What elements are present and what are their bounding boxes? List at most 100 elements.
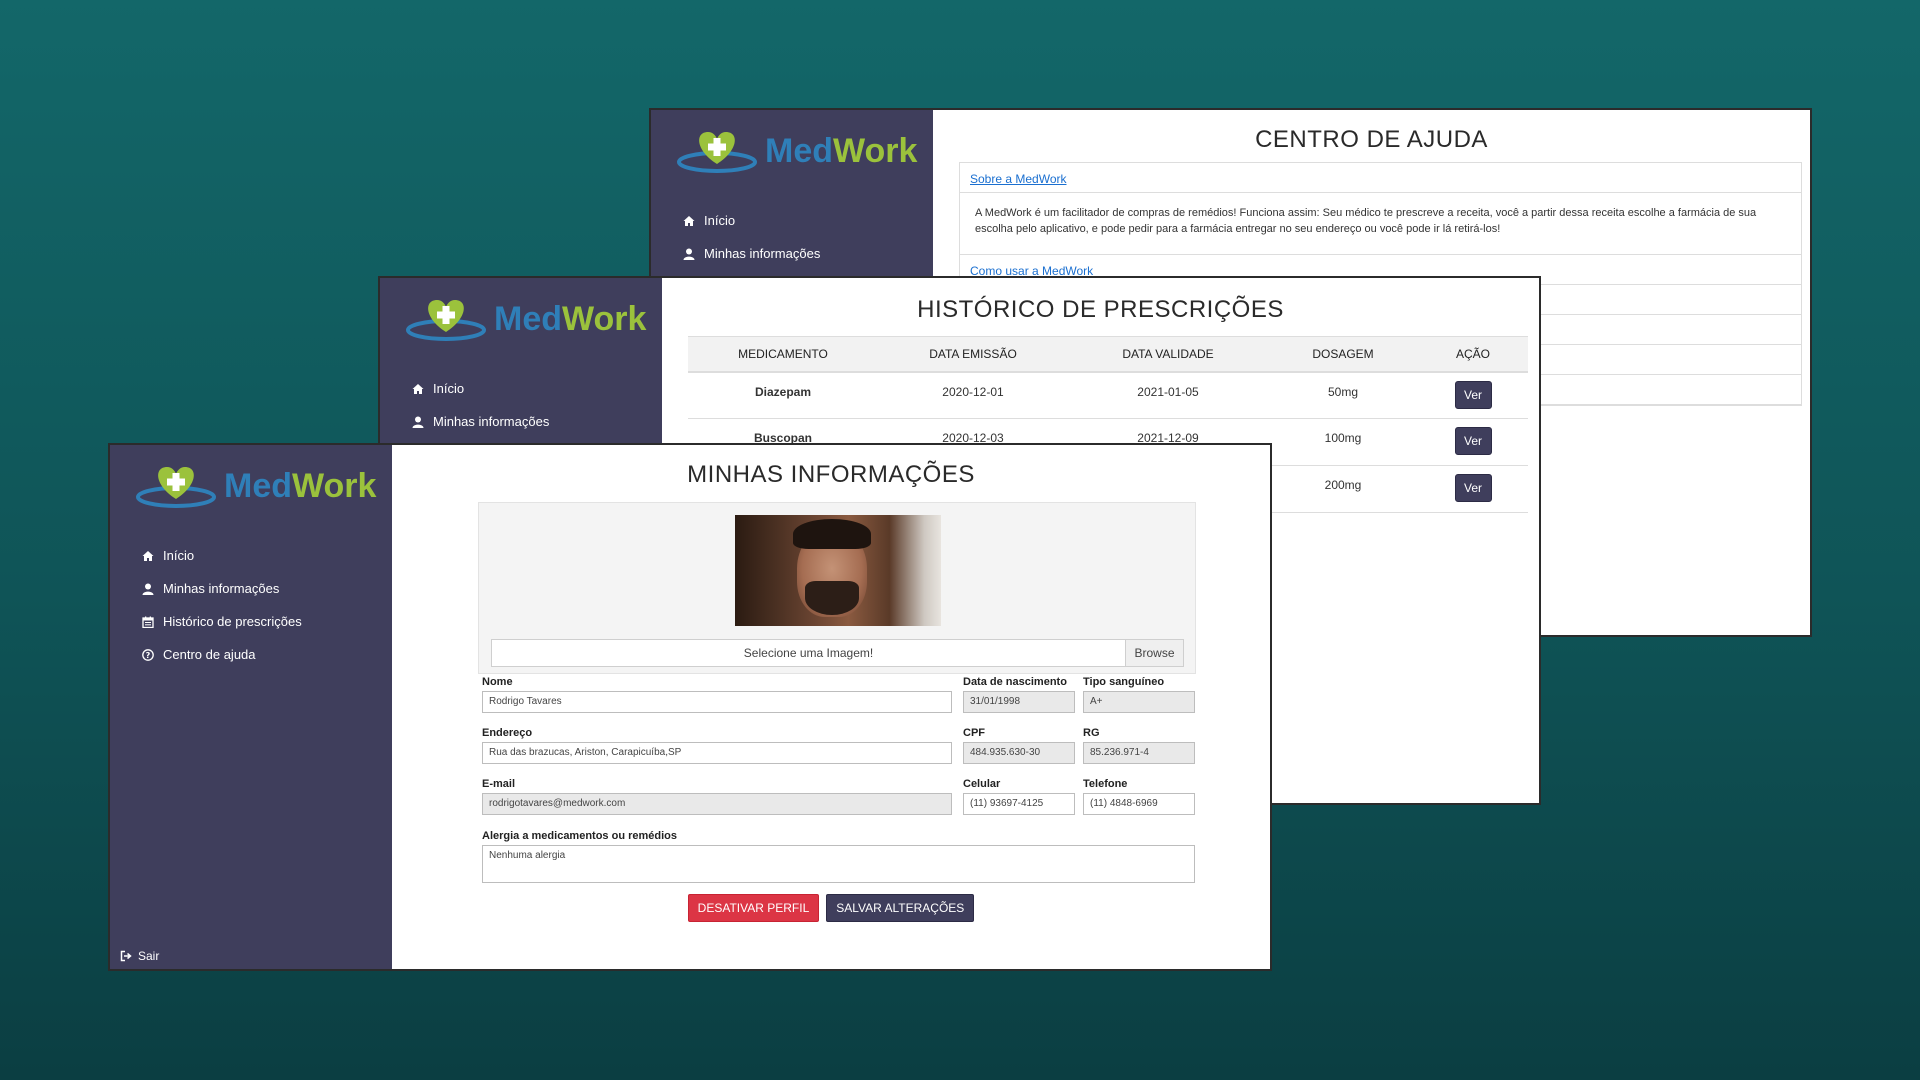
profile-actions: DESATIVAR PERFIL SALVAR ALTERAÇÕES xyxy=(392,894,1270,922)
sidebar-item-label: Minhas informações xyxy=(704,246,821,261)
sign-out-icon xyxy=(120,950,132,962)
logout-label: Sair xyxy=(138,949,160,963)
profile-photo xyxy=(735,515,941,626)
sidebar-item-label: Histórico de prescrições xyxy=(163,614,302,629)
issued-cell: 2020-12-01 xyxy=(878,371,1068,419)
sidebar-nav: Início Minhas informações Histórico de p… xyxy=(142,539,302,671)
brand-part1: Med xyxy=(765,131,833,170)
medwork-logo: MedWork xyxy=(677,128,917,174)
view-button[interactable]: Ver xyxy=(1454,380,1492,409)
sidebar-item-help[interactable]: ? Centro de ajuda xyxy=(142,638,302,671)
action-cell: Ver xyxy=(1418,418,1528,466)
logo-heart-icon xyxy=(406,300,486,341)
help-circle-icon: ? xyxy=(142,648,154,661)
address-field-group: Endereço Rua das brazucas, Ariston, Cara… xyxy=(482,727,952,764)
medication-cell: Diazepam xyxy=(688,371,878,419)
field-label: Data de nascimento xyxy=(963,676,1067,688)
page-title: CENTRO DE AJUDA xyxy=(1255,126,1488,153)
column-header: MEDICAMENTO xyxy=(688,336,878,373)
name-field-group: Nome Rodrigo Tavares xyxy=(482,676,952,713)
field-label: Nome xyxy=(482,676,513,688)
logo-heart-icon xyxy=(677,132,757,173)
sidebar-item-label: Início xyxy=(704,213,736,228)
column-header: DOSAGEM xyxy=(1268,336,1418,373)
page-title: HISTÓRICO DE PRESCRIÇÕES xyxy=(917,296,1284,323)
address-field[interactable]: Rua das brazucas, Ariston, Carapicuíba,S… xyxy=(482,742,952,764)
sidebar-item-home[interactable]: Início xyxy=(683,204,820,237)
home-icon xyxy=(142,550,154,562)
brand-part1: Med xyxy=(494,299,562,338)
medwork-logo: MedWork xyxy=(406,296,646,342)
email-field-group: E-mail rodrigotavares@medwork.com xyxy=(482,778,952,815)
file-input-placeholder: Selecione uma Imagem! xyxy=(743,646,874,660)
table-header-row: MEDICAMENTO DATA EMISSÃO DATA VALIDADE D… xyxy=(688,336,1528,373)
rg-field[interactable]: 85.236.971-4 xyxy=(1083,742,1195,764)
sidebar-item-home[interactable]: Início xyxy=(412,372,549,405)
sidebar-item-home[interactable]: Início xyxy=(142,539,302,572)
dose-cell: 50mg xyxy=(1268,371,1418,419)
user-icon xyxy=(142,583,154,595)
view-button[interactable]: Ver xyxy=(1454,474,1492,502)
brand-part2: Work xyxy=(833,131,918,170)
allergy-field-group: Alergia a medicamentos ou remédios Nenhu… xyxy=(482,830,1195,883)
valid-cell: 2021-01-05 xyxy=(1068,371,1268,419)
calendar-icon xyxy=(142,616,154,628)
photo-hair xyxy=(793,519,871,549)
dose-cell: 100mg xyxy=(1268,418,1418,466)
field-label: Tipo sanguíneo xyxy=(1083,676,1165,688)
sidebar-item-history[interactable]: Histórico de prescrições xyxy=(142,605,302,638)
photo-beard xyxy=(805,581,859,615)
birthdate-field[interactable]: 31/01/1998 xyxy=(963,691,1075,713)
sidebar-item-label: Início xyxy=(163,548,195,563)
logout-button[interactable]: Sair xyxy=(120,949,159,963)
page-title: MINHAS INFORMAÇÕES xyxy=(687,461,975,488)
field-label: Celular xyxy=(963,778,1001,790)
sidebar-nav: Início Minhas informações xyxy=(412,372,549,438)
user-icon xyxy=(412,416,424,428)
dose-cell: 200mg xyxy=(1268,465,1418,513)
medwork-logo: MedWork xyxy=(136,463,376,509)
phone-field[interactable]: (11) 4848-6969 xyxy=(1083,793,1195,815)
action-cell: Ver xyxy=(1418,465,1528,513)
blood-type-field[interactable]: A+ xyxy=(1083,691,1195,713)
table-row: Diazepam 2020-12-01 2021-01-05 50mg Ver xyxy=(688,371,1528,419)
sidebar-item-my-info[interactable]: Minhas informações xyxy=(412,405,549,438)
sidebar-item-my-info[interactable]: Minhas informações xyxy=(683,237,820,270)
sidebar-item-my-info[interactable]: Minhas informações xyxy=(142,572,302,605)
logo-heart-icon xyxy=(136,467,216,508)
cpf-field[interactable]: 484.935.630-30 xyxy=(963,742,1075,764)
field-label: E-mail xyxy=(482,778,516,790)
mobile-field[interactable]: (11) 93697-4125 xyxy=(963,793,1075,815)
field-label: Alergia a medicamentos ou remédios xyxy=(482,830,678,842)
home-icon xyxy=(683,215,695,227)
save-changes-button[interactable]: SALVAR ALTERAÇÕES xyxy=(826,894,975,922)
user-icon xyxy=(683,248,695,260)
mobile-field-group: Celular (11) 93697-4125 xyxy=(963,778,1075,815)
column-header: DATA EMISSÃO xyxy=(878,336,1068,373)
field-label: Endereço xyxy=(482,727,533,739)
view-button[interactable]: Ver xyxy=(1454,427,1492,455)
faq-question-about[interactable]: Sobre a MedWork xyxy=(960,163,1801,193)
name-field[interactable]: Rodrigo Tavares xyxy=(482,691,952,713)
brand-part1: Med xyxy=(224,466,292,505)
sidebar-item-label: Início xyxy=(433,381,465,396)
column-header: DATA VALIDADE xyxy=(1068,336,1268,373)
svg-text:?: ? xyxy=(146,651,151,660)
browse-button[interactable]: Browse xyxy=(1125,640,1183,666)
blood-field-group: Tipo sanguíneo A+ xyxy=(1083,676,1195,713)
profile-main: MINHAS INFORMAÇÕES Selecione uma Imagem!… xyxy=(392,445,1270,969)
field-label: CPF xyxy=(963,727,985,739)
field-label: Telefone xyxy=(1083,778,1128,790)
email-field[interactable]: rodrigotavares@medwork.com xyxy=(482,793,952,815)
sidebar-item-label: Minhas informações xyxy=(433,414,550,429)
sidebar-item-label: Minhas informações xyxy=(163,581,280,596)
cpf-field-group: CPF 484.935.630-30 xyxy=(963,727,1075,764)
field-label: RG xyxy=(1083,727,1100,739)
profile-window: MedWork Início Minhas informações Histór… xyxy=(108,443,1272,971)
deactivate-profile-button[interactable]: DESATIVAR PERFIL xyxy=(687,894,820,922)
birth-field-group: Data de nascimento 31/01/1998 xyxy=(963,676,1075,713)
image-file-input[interactable]: Selecione uma Imagem! Browse xyxy=(491,639,1184,667)
allergy-textarea[interactable]: Nenhuma alergia xyxy=(482,845,1195,883)
brand-part2: Work xyxy=(562,299,647,338)
phone-field-group: Telefone (11) 4848-6969 xyxy=(1083,778,1195,815)
